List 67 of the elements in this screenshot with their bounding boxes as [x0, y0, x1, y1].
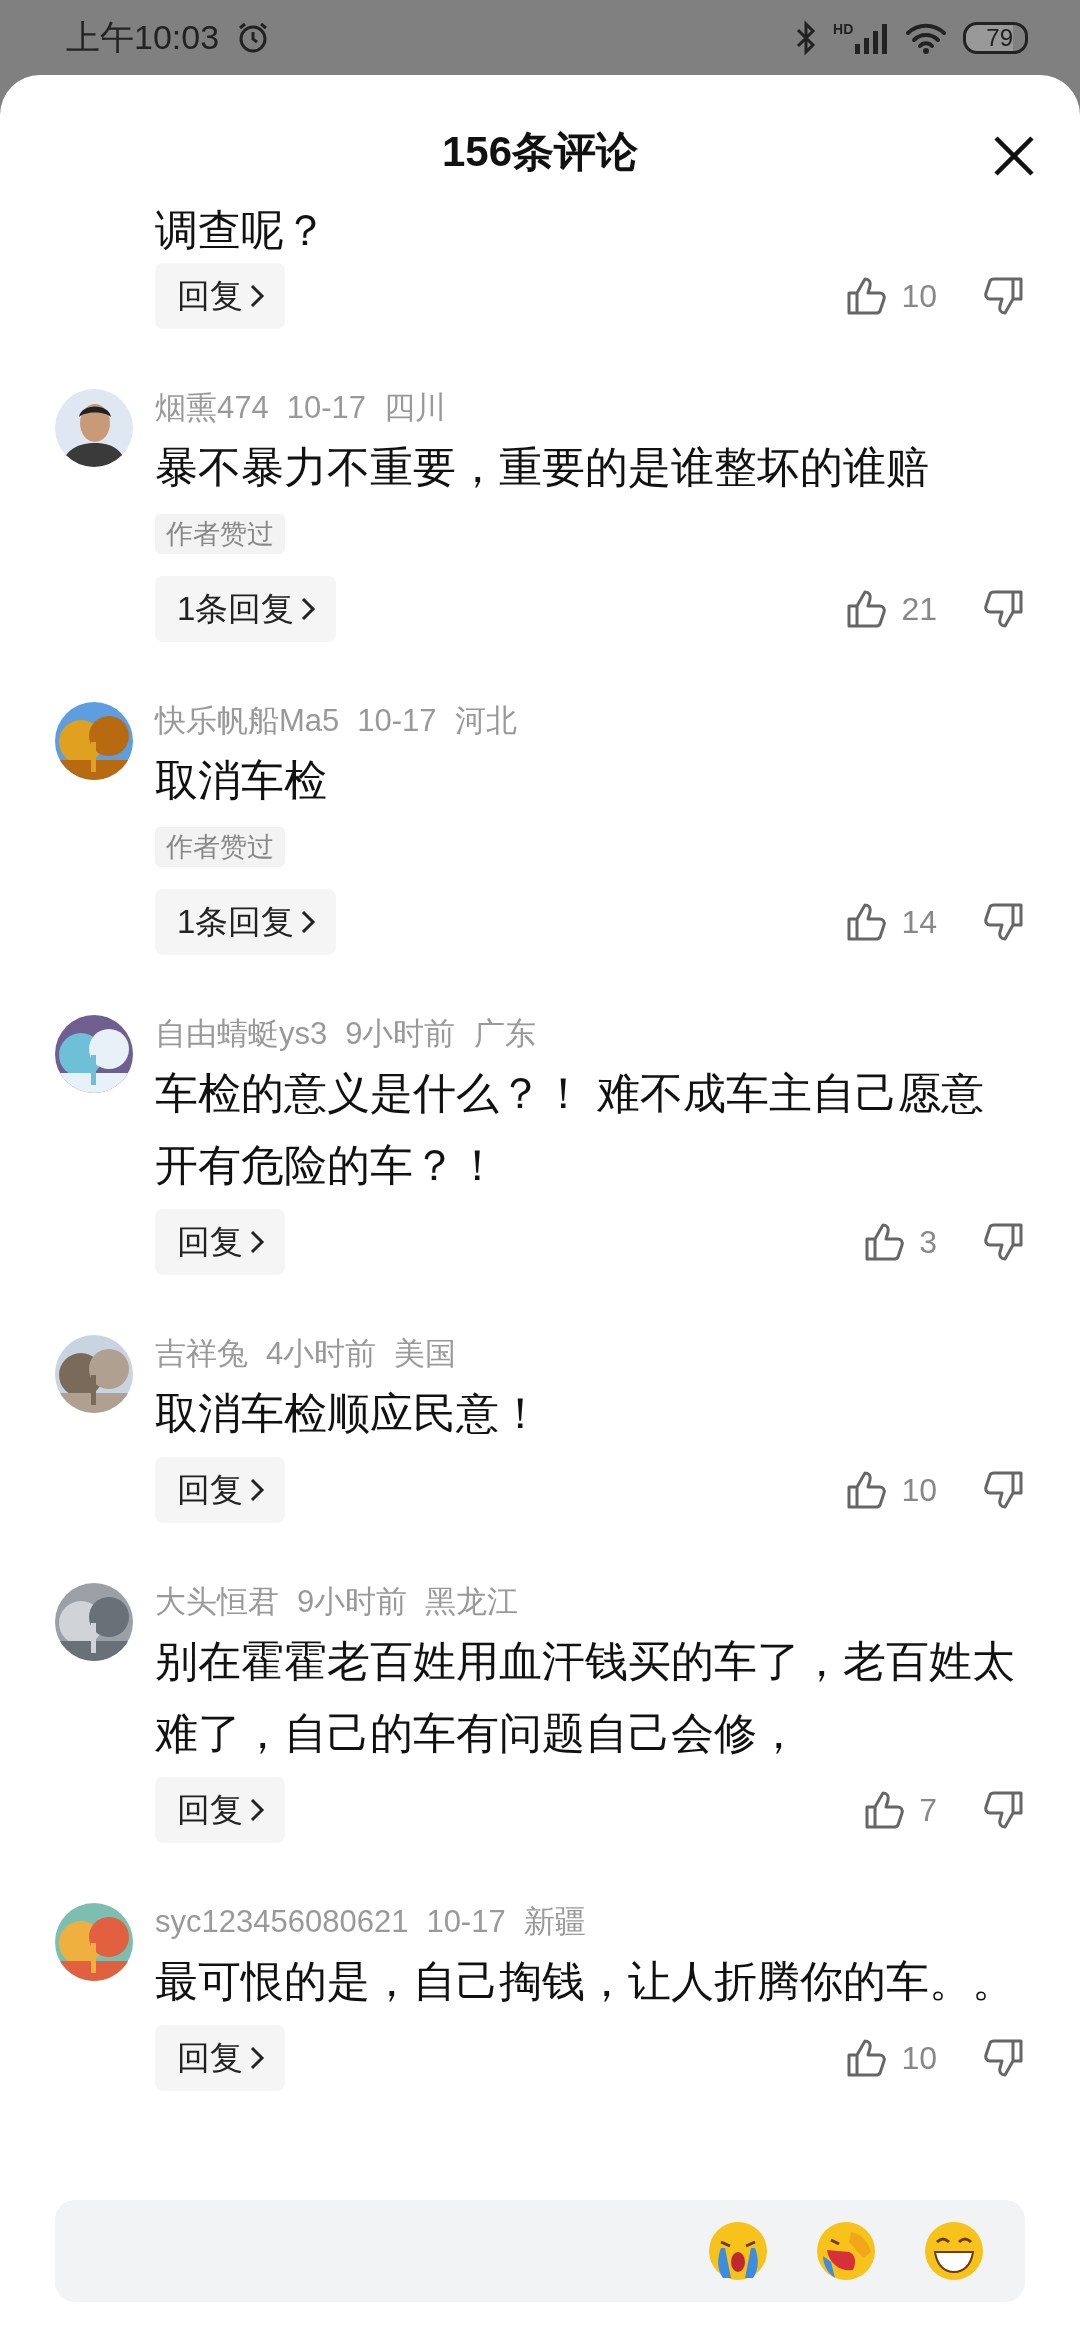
laughing-face-icon: [815, 2220, 877, 2282]
like-count: 10: [901, 1471, 937, 1510]
comment-location: 黑龙江: [425, 1583, 519, 1621]
comment-date: 4小时前: [266, 1335, 377, 1373]
like-count: 14: [901, 903, 937, 942]
reply-button[interactable]: 回复: [155, 1777, 285, 1843]
reply-button[interactable]: 回复: [155, 2025, 285, 2091]
reply-button[interactable]: 1条回复: [155, 576, 337, 642]
reply-button[interactable]: 回复: [155, 1209, 285, 1275]
signal-icon: [855, 21, 890, 54]
comment-location: 新疆: [523, 1903, 586, 1941]
thumbs-up-icon: [845, 275, 888, 317]
comment-location: 四川: [384, 389, 447, 427]
comment-text: 取消车检: [155, 755, 328, 806]
reply-button[interactable]: 回复: [155, 1457, 285, 1523]
chevron-right-icon: [249, 2045, 265, 2071]
sheet-title: 156条评论: [441, 128, 639, 175]
thumbs-up-icon: [845, 1469, 888, 1511]
thumbs-up-icon: [845, 588, 888, 630]
comment-text: 取消车检顺应民意！: [155, 1388, 543, 1439]
comment-input[interactable]: [55, 2200, 1025, 2302]
chevron-right-icon: [300, 596, 317, 622]
thumbs-down-button[interactable]: [983, 1789, 1025, 1831]
thumbs-up-icon: [863, 1789, 906, 1831]
chevron-right-icon: [249, 1797, 265, 1823]
thumbs-up-icon: [845, 901, 888, 943]
comment-text: 别在霍霍老百姓用血汗钱买的车了，老百姓太难了，自己的车有问题自己会修，: [155, 1636, 1015, 1759]
wifi-icon: [905, 21, 948, 54]
author-liked-tag: 作者赞过: [155, 514, 285, 554]
thumbs-up-icon: [845, 2037, 888, 2079]
battery-indicator: 79: [963, 21, 1028, 54]
like-count: 10: [901, 277, 937, 316]
like-count: 3: [919, 1223, 937, 1262]
grinning-face-icon: [923, 2220, 985, 2282]
thumbs-down-button[interactable]: [983, 275, 1025, 317]
thumbs-down-button[interactable]: [983, 1221, 1025, 1263]
network-label: HD: [833, 21, 854, 36]
comment-date: 10-17: [357, 702, 437, 740]
clock-time: 上午10:03: [66, 17, 220, 58]
comment-location: 美国: [394, 1335, 457, 1373]
thumbs-up-icon: [863, 1221, 906, 1263]
bluetooth-icon: [795, 19, 818, 56]
comment-date: 10-17: [426, 1903, 506, 1941]
chevron-right-icon: [249, 1477, 265, 1503]
comment-text: 调查呢？: [155, 205, 328, 255]
comment-location: 河北: [454, 702, 517, 740]
comment-date: 10-17: [286, 389, 367, 427]
thumbs-down-button[interactable]: [983, 588, 1025, 630]
crying-face-icon: [707, 2220, 769, 2282]
comment-text: 车检的意义是什么？！ 难不成车主自己愿意开有危险的车？！: [155, 1068, 985, 1191]
comment-text: 暴不暴力不重要，重要的是谁整坏的谁赔: [155, 442, 930, 493]
thumbs-down-button[interactable]: [983, 901, 1025, 943]
chevron-right-icon: [300, 909, 317, 935]
author-liked-tag: 作者赞过: [155, 827, 285, 867]
like-count: 21: [901, 590, 937, 629]
comment-date: 9小时前: [297, 1583, 408, 1621]
like-count: 7: [919, 1791, 937, 1830]
thumbs-down-button[interactable]: [983, 1469, 1025, 1511]
comment-text: 最可恨的是，自己掏钱，让人折腾你的车。。: [155, 1956, 1015, 2007]
comment-date: 9小时前: [345, 1015, 456, 1053]
like-count: 10: [901, 2039, 937, 2078]
reply-button[interactable]: 回复: [155, 263, 285, 329]
chevron-right-icon: [249, 1229, 265, 1255]
thumbs-down-button[interactable]: [983, 2037, 1025, 2079]
comment-location: 广东: [473, 1015, 536, 1053]
chevron-right-icon: [249, 283, 265, 309]
reply-button[interactable]: 1条回复: [155, 889, 337, 955]
